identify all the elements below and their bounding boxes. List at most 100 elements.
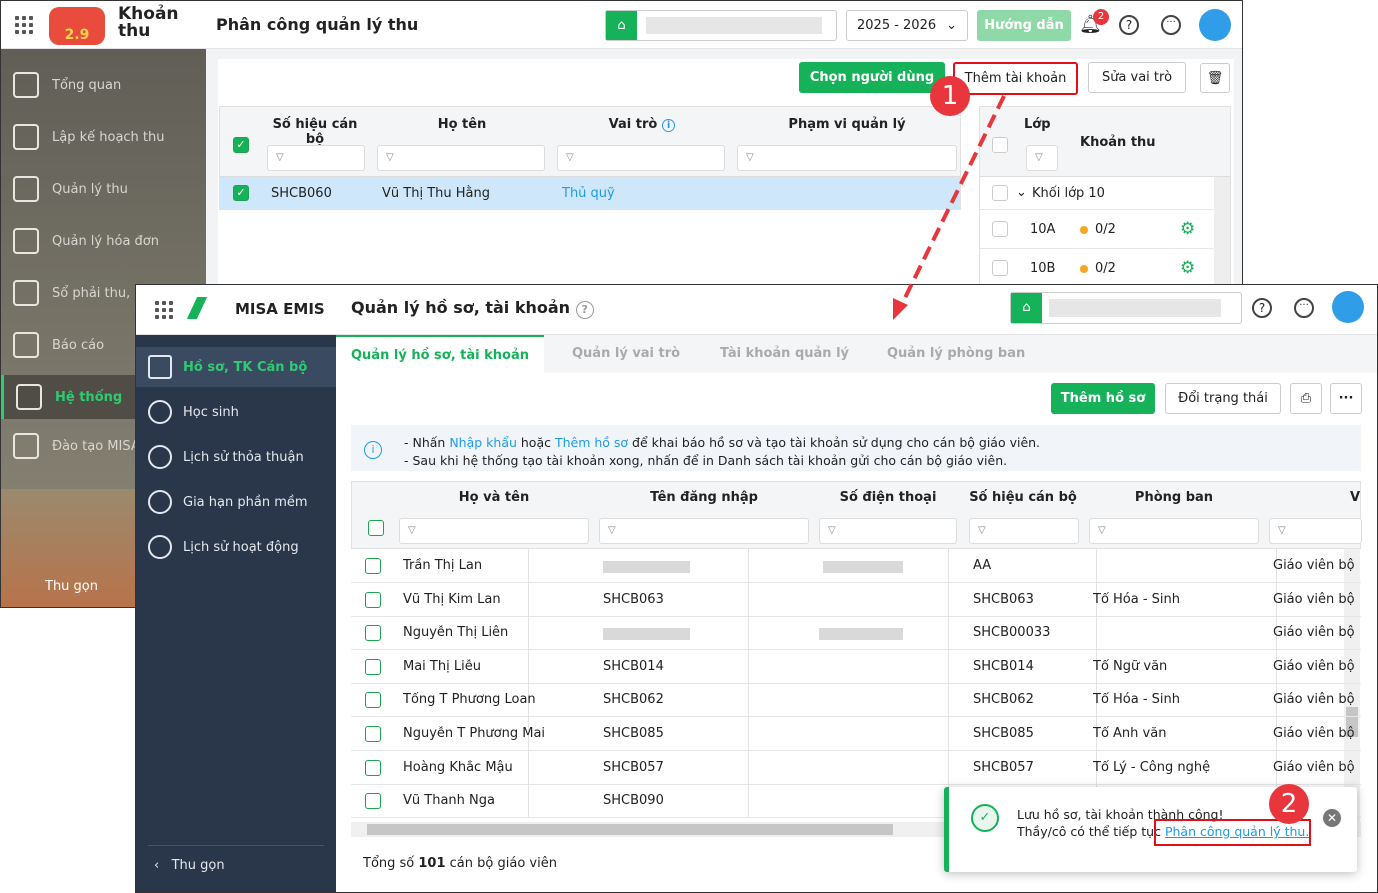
row-checkbox[interactable] bbox=[365, 726, 381, 742]
cell-role: Giáo viên bộ bbox=[1273, 692, 1355, 708]
row-checkbox[interactable] bbox=[365, 625, 381, 642]
chart-icon bbox=[13, 72, 39, 98]
group-checkbox[interactable] bbox=[992, 185, 1008, 201]
import-link[interactable]: Nhập khẩu bbox=[449, 435, 517, 450]
help-icon[interactable]: ? bbox=[1119, 15, 1139, 35]
cell-name: Mai Thị Liễu bbox=[403, 658, 481, 674]
sidebar-item-students[interactable]: Học sinh bbox=[136, 392, 336, 432]
avatar[interactable] bbox=[1199, 9, 1231, 41]
help-icon[interactable]: ? bbox=[575, 301, 594, 319]
change-status-button[interactable]: Đổi trạng thái bbox=[1165, 383, 1281, 414]
delete-icon[interactable]: 🗑︎ bbox=[1200, 63, 1230, 93]
filter-name[interactable]: ▽ bbox=[399, 518, 589, 544]
tab-departments[interactable]: Quản lý phòng ban bbox=[887, 335, 1025, 373]
step-badge-2: 2 bbox=[1269, 784, 1309, 824]
open-book-icon bbox=[13, 433, 39, 459]
filter-name[interactable]: ▽ bbox=[377, 145, 545, 171]
staff-table-header: Họ và tên Tên đăng nhập Số điện thoại Số… bbox=[351, 481, 1362, 549]
table-row[interactable]: Trần Thị Lan AA Giáo viên bộ bbox=[351, 549, 1361, 583]
gear-icon[interactable]: ⚙ bbox=[1180, 219, 1195, 239]
table-row[interactable]: Nguyễn T Phương Mai SHCB085 SHCB085 Tổ Anh … bbox=[351, 717, 1361, 751]
select-all-class-checkbox[interactable] bbox=[992, 137, 1008, 153]
more-icon[interactable]: ··· bbox=[1294, 298, 1314, 318]
filter-code[interactable]: ▽ bbox=[267, 145, 365, 171]
collapse-button[interactable]: Thu gọn bbox=[45, 579, 98, 594]
filter-dept[interactable]: ▽ bbox=[1089, 518, 1259, 544]
table-row[interactable]: Mai Thị Liễu SHCB014 SHCB014 Tổ Ngữ văn Giáo… bbox=[351, 649, 1361, 684]
avatar[interactable] bbox=[1332, 291, 1364, 323]
gear-icon[interactable]: ⚙ bbox=[1180, 258, 1195, 278]
add-profile-button[interactable]: Thêm hồ sơ bbox=[1051, 383, 1155, 414]
group-row[interactable]: ⌄ Khối lớp 10 bbox=[980, 177, 1214, 210]
sidebar-item-plan[interactable]: Lập kế hoạch thu bbox=[1, 115, 206, 159]
cell-login: SHCB085 bbox=[603, 726, 664, 741]
help-icon[interactable]: ? bbox=[1252, 298, 1272, 318]
filter-class[interactable]: ▽ bbox=[1026, 145, 1058, 171]
row-checkbox[interactable] bbox=[365, 658, 381, 675]
scroll-thumb[interactable] bbox=[367, 824, 893, 835]
table-row[interactable]: Hoàng Khắc Mậu SHCB057 SHCB057 Tổ Lý - Công… bbox=[351, 750, 1361, 785]
class-row[interactable]: 10A 0/2 ⚙ bbox=[980, 210, 1214, 249]
sidebar-item-staff-profile[interactable]: Hồ sơ, TK Cán bộ bbox=[136, 347, 336, 387]
book-icon bbox=[13, 280, 39, 306]
app-grid-icon[interactable] bbox=[155, 301, 173, 319]
class-row[interactable]: 10B 0/2 ⚙ bbox=[980, 249, 1214, 288]
table-row[interactable]: Vũ Thị Kim Lan SHCB063 SHCB063 Tổ Hóa - Sin… bbox=[351, 582, 1361, 617]
print-icon[interactable]: ⎙ bbox=[1290, 383, 1322, 414]
choose-user-button[interactable]: Chọn người dùng bbox=[799, 62, 945, 93]
row-checkbox[interactable] bbox=[992, 221, 1008, 237]
table-row[interactable]: Tống T Phương Loan SHCB062 SHCB062 Tổ Hóa -… bbox=[351, 683, 1361, 718]
row-checkbox[interactable] bbox=[365, 759, 381, 776]
add-profile-link[interactable]: Thêm hồ sơ bbox=[555, 435, 628, 450]
more-icon[interactable]: ··· bbox=[1161, 15, 1181, 35]
pie-icon bbox=[13, 332, 39, 358]
filter-login[interactable]: ▽ bbox=[599, 518, 809, 544]
row-checkbox[interactable]: ✓ bbox=[233, 185, 249, 201]
tab-profiles[interactable]: Quản lý hồ sơ, tài khoản bbox=[336, 335, 544, 373]
row-checkbox[interactable] bbox=[992, 260, 1008, 276]
filter-scope[interactable]: ▽ bbox=[737, 145, 957, 171]
table-row[interactable]: ✓ SHCB060 Vũ Thị Thu Hằng Thủ quỹ bbox=[220, 177, 960, 210]
close-icon[interactable]: ✕ bbox=[1323, 809, 1341, 827]
col-header-scope: Phạm vi quản lý bbox=[788, 117, 906, 132]
renew-icon bbox=[148, 490, 172, 514]
app-grid-icon[interactable] bbox=[15, 16, 33, 34]
collapse-button[interactable]: ‹ Thu gọn bbox=[154, 858, 225, 873]
cell-role: Giáo viên bộ bbox=[1273, 726, 1355, 741]
row-checkbox[interactable] bbox=[365, 692, 381, 709]
tab-admin-accounts[interactable]: Tài khoản quản lý bbox=[720, 335, 849, 373]
select-all-checkbox[interactable]: ✓ bbox=[233, 137, 249, 153]
school-selector[interactable]: ⌂ bbox=[1010, 292, 1242, 324]
cell-role: Giáo viên bộ bbox=[1273, 759, 1355, 775]
sidebar-item-overview[interactable]: Tổng quan bbox=[1, 63, 206, 107]
sidebar-item-agreements[interactable]: Lịch sử thỏa thuận bbox=[136, 437, 336, 477]
guide-button[interactable]: Hướng dẫn bbox=[977, 10, 1071, 41]
sidebar-item-activity[interactable]: Lịch sử hoạt động bbox=[136, 527, 336, 567]
tab-roles[interactable]: Quản lý vai trò bbox=[572, 335, 680, 373]
school-selector[interactable]: ⌂ bbox=[605, 10, 837, 41]
cell-code: SHCB085 bbox=[973, 726, 1034, 741]
row-checkbox[interactable] bbox=[365, 793, 381, 810]
filter-role[interactable]: ▽ bbox=[1269, 518, 1362, 544]
app-name: Khoản thu bbox=[118, 4, 179, 41]
sidebar-item-renewal[interactable]: Gia hạn phần mềm bbox=[136, 482, 336, 522]
edit-role-button[interactable]: Sửa vai trò bbox=[1088, 62, 1186, 93]
cell-name: Trần Thị Lan bbox=[403, 558, 483, 573]
chevron-down-icon[interactable]: ⌄ bbox=[1016, 185, 1027, 200]
school-name-redacted bbox=[1049, 299, 1221, 317]
info-icon[interactable]: i bbox=[661, 119, 676, 132]
filter-role[interactable]: ▽ bbox=[557, 145, 725, 171]
sidebar-item-manage[interactable]: Quản lý thu bbox=[1, 167, 206, 211]
filter-code[interactable]: ▽ bbox=[969, 518, 1079, 544]
select-all-checkbox[interactable] bbox=[368, 520, 384, 536]
filter-phone[interactable]: ▽ bbox=[819, 518, 957, 544]
row-checkbox[interactable] bbox=[365, 558, 381, 574]
add-account-button[interactable]: Thêm tài khoản bbox=[953, 62, 1078, 95]
school-year-select[interactable]: 2025 - 2026 ⌄ bbox=[846, 10, 968, 41]
sidebar-item-invoice[interactable]: Quản lý hóa đơn bbox=[1, 219, 206, 263]
row-checkbox[interactable] bbox=[365, 591, 381, 608]
cell-role: Giáo viên bộ bbox=[1273, 625, 1355, 641]
table-row[interactable]: Nguyễn Thị Liên SHCB00033 Giáo viên bộ bbox=[351, 616, 1361, 651]
cell-login: SHCB090 bbox=[603, 793, 664, 809]
more-actions-icon[interactable]: ··· bbox=[1330, 383, 1362, 414]
